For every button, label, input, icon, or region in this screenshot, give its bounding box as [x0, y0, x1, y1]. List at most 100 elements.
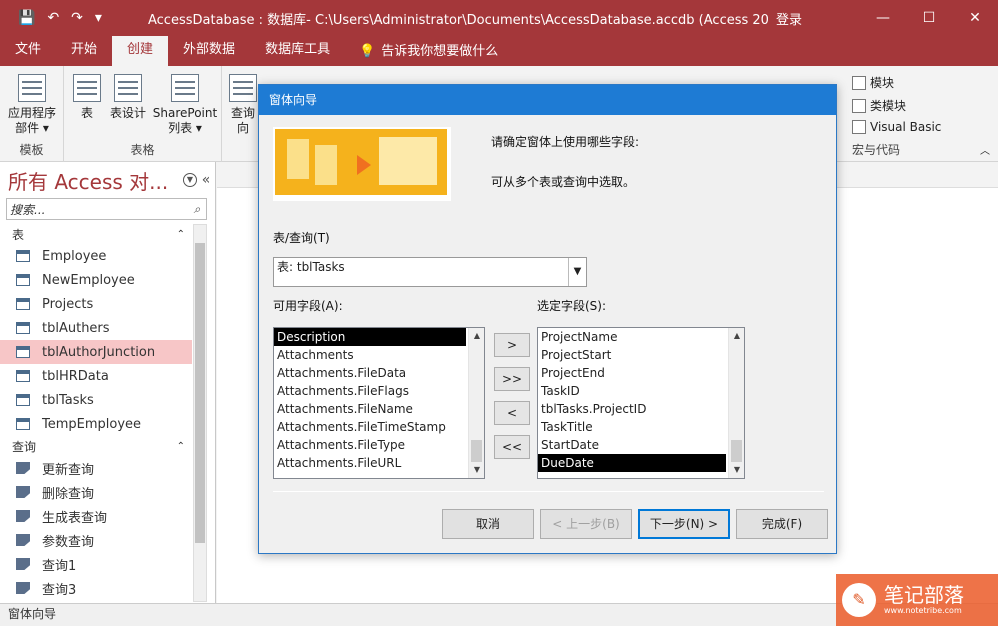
scroll-up-icon[interactable]: ▲ [729, 328, 745, 344]
table-icon [16, 346, 30, 358]
add-all-fields-button[interactable]: >> [494, 367, 530, 391]
nav-section-tables[interactable]: 表 ⌃ [0, 224, 215, 244]
collapse-ribbon-button[interactable]: ︿ [980, 142, 990, 157]
selected-fields-list[interactable]: ProjectName ProjectStart ProjectEnd Task… [537, 327, 745, 479]
customize-qat-icon[interactable]: ▾ [95, 10, 102, 26]
remove-all-fields-button[interactable]: << [494, 435, 530, 459]
list-item[interactable]: StartDate [538, 436, 744, 454]
chevron-up-icon[interactable]: ⌃ [177, 441, 185, 452]
remove-field-button[interactable]: < [494, 401, 530, 425]
nav-section-queries[interactable]: 查询 ⌃ [0, 436, 215, 456]
nav-item-query[interactable]: 查询3 [0, 576, 192, 600]
save-icon[interactable]: 💾 [18, 10, 35, 26]
nav-item-label: tblAuthorJunction [42, 344, 156, 360]
nav-item-table[interactable]: NewEmployee [0, 268, 192, 292]
finish-button[interactable]: 完成(F) [736, 509, 828, 539]
available-fields-list[interactable]: Description Attachments Attachments.File… [273, 327, 485, 479]
class-module-button[interactable]: 类模块 [852, 97, 906, 114]
tab-database-tools[interactable]: 数据库工具 [250, 36, 345, 66]
visual-basic-label: Visual Basic [870, 120, 942, 134]
nav-item-table[interactable]: tblHRData [0, 364, 192, 388]
table-button[interactable]: 表 [72, 74, 102, 121]
available-scrollbar[interactable]: ▲ ▼ [468, 328, 484, 478]
collapse-pane-icon[interactable]: « [197, 172, 215, 188]
nav-scrollbar[interactable] [193, 224, 207, 602]
list-item[interactable]: Description [274, 328, 466, 346]
nav-item-label: TempEmployee [42, 416, 142, 432]
available-fields-label: 可用字段(A): [273, 299, 343, 313]
app-parts-label: 应用程序 部件 ▾ [7, 106, 56, 135]
table-design-button[interactable]: 表设计 [108, 74, 148, 121]
nav-item-query[interactable]: 删除查询 [0, 480, 192, 504]
minimize-button[interactable]: — [860, 10, 906, 26]
selected-scrollbar[interactable]: ▲ ▼ [728, 328, 744, 478]
tab-external-data[interactable]: 外部数据 [168, 36, 250, 66]
cancel-button[interactable]: 取消 [442, 509, 534, 539]
scroll-thumb[interactable] [731, 440, 742, 462]
maximize-button[interactable]: ☐ [906, 10, 952, 26]
nav-item-table[interactable]: TempEmployee [0, 412, 192, 436]
nav-item-query[interactable]: 更新查询 [0, 456, 192, 480]
app-parts-button[interactable]: 应用程序 部件 ▾ [4, 74, 60, 136]
back-button[interactable]: < 上一步(B) [540, 509, 632, 539]
next-button[interactable]: 下一步(N) > [638, 509, 730, 539]
nav-header[interactable]: 所有 Access 对... ▼ « [0, 162, 215, 198]
list-item[interactable]: Attachments.FileName [274, 400, 484, 418]
tell-me-search[interactable]: 💡 告诉我你想要做什么 [359, 38, 498, 66]
list-item[interactable]: Attachments [274, 346, 484, 364]
nav-item-table[interactable]: Employee [0, 244, 192, 268]
chevron-down-icon[interactable]: ▼ [568, 258, 586, 286]
nav-scroll-thumb[interactable] [195, 243, 205, 543]
query-wizard-label: 查询向 [230, 106, 255, 135]
group-templates: 应用程序 部件 ▾ 模板 [0, 66, 64, 162]
search-icon[interactable]: ⌕ [188, 202, 206, 217]
redo-icon[interactable]: ↷ [71, 10, 83, 26]
chevron-down-icon[interactable]: ▼ [183, 173, 197, 187]
class-module-icon [852, 98, 866, 113]
nav-item-query[interactable]: 生成表查询 [0, 504, 192, 528]
nav-item-query[interactable]: 查询1 [0, 552, 192, 576]
sharepoint-lists-button[interactable]: SharePoint 列表 ▾ [152, 74, 218, 136]
tab-file[interactable]: 文件 [0, 36, 56, 66]
nav-item-query[interactable]: 参数查询 [0, 528, 192, 552]
nav-search-input[interactable]: 搜索... ⌕ [6, 198, 207, 220]
add-field-button[interactable]: > [494, 333, 530, 357]
query-wizard-button[interactable]: 查询向 [226, 74, 260, 136]
list-item[interactable]: ProjectStart [538, 346, 744, 364]
list-item[interactable]: ProjectName [538, 328, 744, 346]
close-button[interactable]: ✕ [952, 10, 998, 26]
scroll-down-icon[interactable]: ▼ [469, 462, 485, 478]
module-button[interactable]: 模块 [852, 74, 894, 91]
nav-item-table[interactable]: tblAuthers [0, 316, 192, 340]
nav-title: 所有 Access 对... [8, 169, 169, 194]
tab-home[interactable]: 开始 [56, 36, 112, 66]
query-icon [16, 582, 30, 594]
table-query-select[interactable]: 表: tblTasks ▼ [273, 257, 587, 287]
app-parts-icon [18, 74, 46, 102]
list-item[interactable]: TaskTitle [538, 418, 744, 436]
undo-icon[interactable]: ↶ [47, 10, 59, 26]
list-item[interactable]: DueDate [538, 454, 726, 472]
list-item[interactable]: Attachments.FileType [274, 436, 484, 454]
nav-item-table[interactable]: Projects [0, 292, 192, 316]
scroll-thumb[interactable] [471, 440, 482, 462]
instruction-line-2: 可从多个表或查询中选取。 [491, 175, 636, 189]
chevron-up-icon[interactable]: ⌃ [177, 229, 185, 240]
list-item[interactable]: TaskID [538, 382, 744, 400]
table-icon [16, 298, 30, 310]
tab-create[interactable]: 创建 [112, 36, 169, 66]
list-item[interactable]: tblTasks.ProjectID [538, 400, 744, 418]
list-item[interactable]: ProjectEnd [538, 364, 744, 382]
list-item[interactable]: Attachments.FileTimeStamp [274, 418, 484, 436]
list-item[interactable]: Attachments.FileURL [274, 454, 484, 472]
table-icon [16, 274, 30, 286]
login-link[interactable]: 登录 [776, 9, 846, 28]
nav-item-table-selected[interactable]: tblAuthorJunction [0, 340, 192, 364]
scroll-down-icon[interactable]: ▼ [729, 462, 745, 478]
list-item[interactable]: Attachments.FileFlags [274, 382, 484, 400]
visual-basic-button[interactable]: Visual Basic [852, 120, 941, 134]
list-item[interactable]: Attachments.FileData [274, 364, 484, 382]
scroll-up-icon[interactable]: ▲ [469, 328, 485, 344]
nav-item-table[interactable]: tblTasks [0, 388, 192, 412]
section-tables-label: 表 [12, 227, 25, 242]
